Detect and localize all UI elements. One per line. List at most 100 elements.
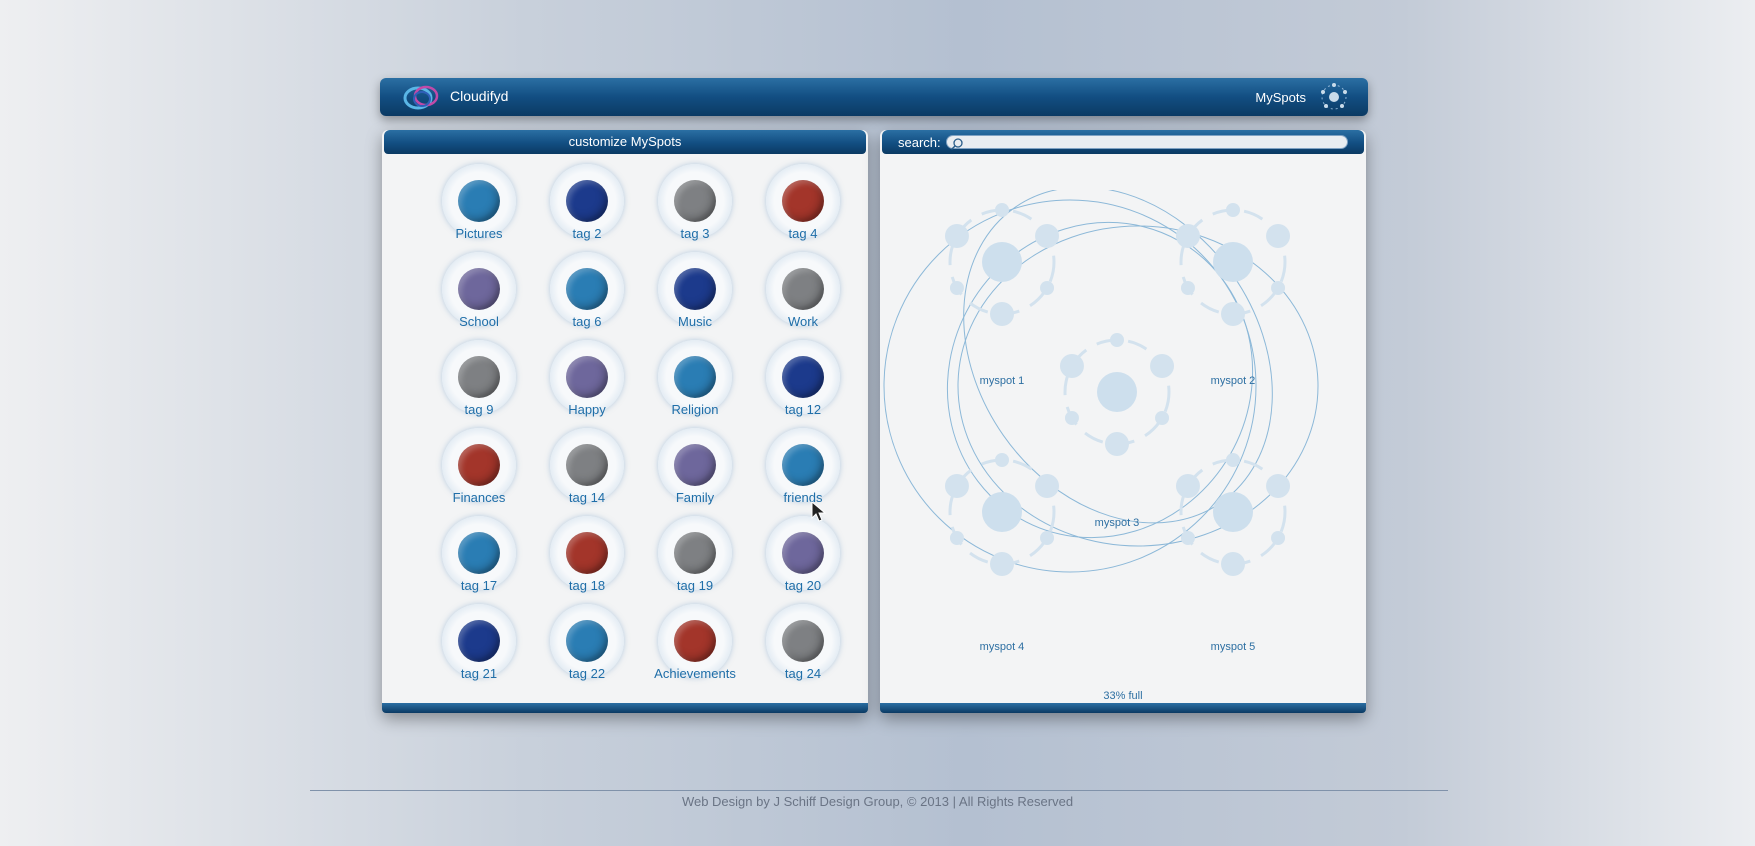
tag-grid: Pictures tag 2 tag 3 tag 4 School tag 6 Music W… — [422, 160, 852, 688]
tag-item[interactable]: tag 20 — [746, 512, 854, 600]
tag-item[interactable]: tag 19 — [638, 512, 746, 600]
myspot-satellite[interactable] — [1175, 224, 1200, 248]
tag-color-swatch[interactable] — [566, 180, 608, 222]
myspot-hub[interactable] — [1213, 242, 1253, 282]
tag-label: tag 2 — [572, 226, 602, 241]
tag-color-swatch[interactable] — [674, 356, 716, 398]
tag-color-swatch[interactable] — [782, 356, 824, 398]
myspot-satellite[interactable] — [1150, 354, 1175, 378]
tag-item[interactable]: tag 12 — [746, 336, 854, 424]
tag-item[interactable]: tag 22 — [530, 600, 638, 688]
tag-item[interactable]: tag 21 — [422, 600, 530, 688]
myspot-satellite[interactable] — [1035, 474, 1060, 498]
tag-item[interactable]: tag 4 — [746, 160, 854, 248]
tag-color-swatch[interactable] — [458, 356, 500, 398]
myspot-hub[interactable] — [1097, 372, 1137, 412]
myspot-satellite[interactable] — [1180, 281, 1195, 295]
myspots-network-icon[interactable] — [1318, 81, 1350, 113]
tag-color-swatch[interactable] — [674, 532, 716, 574]
tag-item[interactable]: Achievements — [638, 600, 746, 688]
tag-item[interactable]: tag 18 — [530, 512, 638, 600]
tag-color-swatch[interactable] — [458, 532, 500, 574]
tag-color-swatch[interactable] — [566, 532, 608, 574]
tag-item[interactable]: Family — [638, 424, 746, 512]
myspot-satellite[interactable] — [1105, 432, 1129, 456]
myspot-satellite[interactable] — [1266, 474, 1291, 498]
tag-color-swatch[interactable] — [674, 444, 716, 486]
tag-item[interactable]: Pictures — [422, 160, 530, 248]
tag-item[interactable]: tag 6 — [530, 248, 638, 336]
myspot-satellite[interactable] — [1110, 333, 1124, 347]
tag-label: tag 12 — [784, 402, 822, 417]
myspot-satellite[interactable] — [1271, 281, 1286, 295]
tag-color-swatch[interactable] — [566, 620, 608, 662]
tag-color-swatch[interactable] — [458, 180, 500, 222]
myspot-satellite[interactable] — [990, 552, 1014, 576]
myspot-cluster[interactable] — [944, 203, 1060, 326]
myspot-satellite[interactable] — [1266, 224, 1291, 248]
myspot-satellite[interactable] — [1064, 411, 1079, 425]
myspot-satellite[interactable] — [1226, 203, 1240, 217]
tag-label: tag 22 — [568, 666, 606, 681]
myspot-cluster[interactable] — [1175, 203, 1291, 326]
tag-color-swatch[interactable] — [782, 444, 824, 486]
tag-item[interactable]: Work — [746, 248, 854, 336]
myspot-cluster[interactable] — [944, 453, 1060, 576]
tag-label: tag 14 — [568, 490, 606, 505]
tag-item[interactable]: Religion — [638, 336, 746, 424]
search-icon[interactable] — [950, 137, 964, 151]
tag-color-swatch[interactable] — [674, 268, 716, 310]
myspot-hub[interactable] — [982, 492, 1022, 532]
tag-item[interactable]: School — [422, 248, 530, 336]
myspot-satellite[interactable] — [1221, 302, 1245, 326]
myspot-satellite[interactable] — [944, 474, 969, 498]
myspot-satellite[interactable] — [944, 224, 969, 248]
tag-item[interactable]: tag 17 — [422, 512, 530, 600]
myspot-hub[interactable] — [982, 242, 1022, 282]
myspots-label[interactable]: MySpots — [1255, 90, 1306, 105]
tag-item[interactable]: tag 24 — [746, 600, 854, 688]
myspot-satellite[interactable] — [1059, 354, 1084, 378]
myspot-satellite[interactable] — [1040, 281, 1055, 295]
tag-color-swatch[interactable] — [782, 532, 824, 574]
tag-item[interactable]: tag 3 — [638, 160, 746, 248]
myspot-satellite[interactable] — [990, 302, 1014, 326]
tag-color-swatch[interactable] — [674, 180, 716, 222]
tag-item[interactable]: tag 9 — [422, 336, 530, 424]
myspot-satellite[interactable] — [1175, 474, 1200, 498]
tag-color-swatch[interactable] — [458, 268, 500, 310]
myspot-satellite[interactable] — [1155, 411, 1170, 425]
tag-color-swatch[interactable] — [674, 620, 716, 662]
myspot-satellite[interactable] — [1226, 453, 1240, 467]
tag-item[interactable]: Happy — [530, 336, 638, 424]
myspot-satellite[interactable] — [949, 281, 964, 295]
myspot-satellite[interactable] — [1221, 552, 1245, 576]
tag-label: Pictures — [455, 226, 503, 241]
myspot-satellite[interactable] — [1040, 531, 1055, 545]
tag-label: tag 17 — [460, 578, 498, 593]
search-input[interactable] — [946, 135, 1348, 149]
tag-item[interactable]: Music — [638, 248, 746, 336]
myspot-satellite[interactable] — [949, 531, 964, 545]
tag-color-swatch[interactable] — [458, 620, 500, 662]
tag-color-swatch[interactable] — [566, 356, 608, 398]
myspot-hub[interactable] — [1213, 492, 1253, 532]
myspot-satellite[interactable] — [1271, 531, 1286, 545]
tag-color-swatch[interactable] — [782, 620, 824, 662]
tag-item[interactable]: friends — [746, 424, 854, 512]
tag-item[interactable]: tag 14 — [530, 424, 638, 512]
myspot-cluster[interactable] — [1059, 333, 1175, 456]
tag-color-swatch[interactable] — [458, 444, 500, 486]
tag-item[interactable]: tag 2 — [530, 160, 638, 248]
tag-item[interactable]: Finances — [422, 424, 530, 512]
myspot-cluster[interactable] — [1175, 453, 1291, 576]
tag-color-swatch[interactable] — [566, 444, 608, 486]
tag-color-swatch[interactable] — [782, 268, 824, 310]
myspot-satellite[interactable] — [995, 453, 1009, 467]
tag-color-swatch[interactable] — [566, 268, 608, 310]
cloudifyd-logo[interactable] — [400, 81, 444, 113]
myspot-satellite[interactable] — [995, 203, 1009, 217]
myspot-satellite[interactable] — [1035, 224, 1060, 248]
myspot-satellite[interactable] — [1180, 531, 1195, 545]
tag-color-swatch[interactable] — [782, 180, 824, 222]
